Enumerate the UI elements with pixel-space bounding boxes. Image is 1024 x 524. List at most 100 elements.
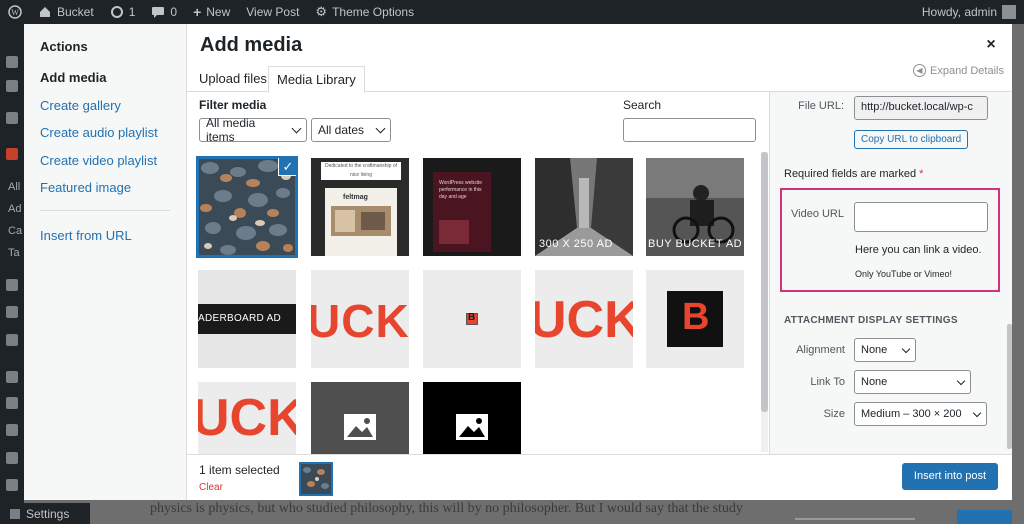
jetpack-icon[interactable]: [6, 80, 18, 92]
attachment-bucket-logo-crop[interactable]: UCKE: [311, 270, 409, 368]
expand-details-button[interactable]: ◀ Expand Details: [913, 64, 1004, 77]
comments-link[interactable]: 0: [143, 0, 185, 24]
file-url-field[interactable]: http://bucket.local/wp-c: [854, 96, 988, 120]
pin-icon[interactable]: [6, 148, 18, 160]
attachment-favicon[interactable]: B: [423, 270, 521, 368]
theme-options-link[interactable]: ⚙ Theme Options: [307, 0, 422, 24]
view-post-label: View Post: [246, 5, 300, 19]
site-name: Bucket: [57, 5, 94, 19]
new-label: New: [206, 5, 231, 19]
comment-icon: [152, 7, 165, 18]
admin-menu-all[interactable]: All: [8, 181, 20, 193]
copy-url-button[interactable]: Copy URL to clipboard: [854, 130, 969, 149]
menu-featured-image[interactable]: Featured image: [40, 180, 131, 195]
admin-menu-add[interactable]: Ad: [8, 203, 21, 215]
clear-selection-link[interactable]: Clear: [199, 482, 223, 493]
admin-menu-categories[interactable]: Ca: [8, 225, 22, 237]
attachment-bucket-logo-crop-3[interactable]: UCKI: [198, 382, 296, 454]
pebbles-mini-photo: [301, 464, 331, 494]
leaderboard-label: ADERBOARD AD: [198, 313, 282, 324]
plugin-icon[interactable]: [6, 397, 18, 409]
menu-separator: [40, 210, 170, 211]
logo-letters: UCKE: [311, 295, 409, 347]
selection-thumbnail[interactable]: [299, 462, 333, 496]
menu-create-video-playlist[interactable]: Create video playlist: [40, 153, 157, 168]
wordpress-logo-icon[interactable]: W: [0, 0, 30, 24]
attachment-leaderboard-ad[interactable]: ADERBOARD AD: [198, 270, 296, 368]
attachment-feltmag[interactable]: Dedicated to the craftmanship of nice li…: [311, 158, 409, 256]
pages-icon[interactable]: [6, 306, 18, 318]
admin-menu-settings[interactable]: Settings: [0, 503, 90, 524]
background-divider: [795, 518, 915, 520]
arrow-left-icon: ◀: [913, 64, 926, 77]
search-input[interactable]: [623, 118, 756, 142]
date-filter-value: All dates: [318, 123, 365, 137]
admin-menu: All Ad Ca Ta: [0, 24, 24, 524]
wrench-icon[interactable]: [6, 479, 18, 491]
attachment-placeholder-black[interactable]: [423, 382, 521, 454]
gear-icon: ⚙: [315, 4, 328, 19]
attachment-b-logo[interactable]: B: [646, 270, 744, 368]
alignment-value: None: [861, 344, 888, 356]
attachment-pebbles[interactable]: ✓: [196, 156, 298, 258]
media-modal: Actions Add media Create gallery Create …: [24, 24, 1012, 500]
settings-label: Settings: [26, 506, 70, 521]
admin-menu-tags[interactable]: Ta: [8, 247, 20, 259]
dashboard-icon[interactable]: [6, 56, 18, 68]
site-name-link[interactable]: Bucket: [30, 0, 102, 24]
attachment-300x250-ad[interactable]: 300 X 250 AD: [535, 158, 633, 256]
attachment-placeholder-gray[interactable]: [311, 382, 409, 454]
alignment-select[interactable]: None: [854, 338, 916, 362]
menu-create-audio-playlist[interactable]: Create audio playlist: [40, 125, 158, 140]
chevron-down-icon: [956, 376, 966, 385]
updates-link[interactable]: 1: [102, 0, 144, 24]
new-content-link[interactable]: + New: [185, 0, 238, 24]
image-placeholder-icon: [456, 414, 488, 440]
users-icon[interactable]: [6, 452, 18, 464]
svg-text:W: W: [11, 8, 19, 17]
selection-count: 1 item selected: [199, 463, 280, 477]
brush-icon[interactable]: [6, 371, 18, 383]
account-link[interactable]: Howdy, admin: [914, 0, 1024, 24]
checkmark-icon[interactable]: ✓: [278, 158, 296, 176]
logo-letters: UCKI: [535, 291, 633, 349]
grid-scrollbar[interactable]: [761, 152, 768, 412]
expand-details-label: Expand Details: [930, 64, 1004, 77]
required-star: *: [919, 168, 924, 180]
date-filter[interactable]: All dates: [311, 118, 391, 142]
theme-options-label: Theme Options: [332, 5, 415, 19]
tab-upload-files[interactable]: Upload files: [191, 66, 275, 93]
plus-icon: +: [193, 4, 202, 20]
close-icon[interactable]: ×: [982, 36, 1000, 54]
media-type-filter[interactable]: All media items: [199, 116, 307, 144]
attachment-dark-post[interactable]: WordPress website performance in this da…: [423, 158, 521, 256]
media-frame-menu: Actions Add media Create gallery Create …: [24, 24, 187, 500]
media-type-value: All media items: [206, 116, 256, 144]
required-fields-note: Required fields are marked *: [784, 168, 923, 180]
gauge-icon[interactable]: [6, 112, 18, 124]
size-select[interactable]: Medium – 300 × 200: [854, 402, 987, 426]
sidebar-scrollbar[interactable]: [1007, 324, 1012, 449]
attachment-bucket-logo-crop-2[interactable]: UCKI: [535, 270, 633, 368]
menu-insert-from-url[interactable]: Insert from URL: [40, 228, 132, 243]
insert-into-post-button[interactable]: Insert into post: [902, 463, 998, 490]
media-icon[interactable]: [6, 279, 18, 291]
alignment-label: Alignment: [796, 344, 845, 356]
feltmag-tagline: Dedicated to the craftmanship of nice li…: [321, 162, 401, 180]
link-to-select[interactable]: None: [854, 370, 971, 394]
size-value: Medium – 300 × 200: [861, 408, 962, 420]
favicon-letter: B: [468, 312, 476, 323]
link-to-label: Link To: [810, 376, 845, 388]
menu-add-media[interactable]: Add media: [40, 70, 106, 85]
router-tabs: Upload files Media Library: [187, 62, 1012, 93]
ad-label: 300 X 250 AD: [539, 238, 613, 250]
menu-create-gallery[interactable]: Create gallery: [40, 98, 121, 113]
feltmag-screenshot: feltmag: [325, 188, 397, 256]
attachment-buy-bucket-ad[interactable]: BUY BUCKET AD: [646, 158, 744, 256]
avatar: [1002, 5, 1016, 19]
tab-media-library[interactable]: Media Library: [268, 66, 365, 93]
filter-media-label: Filter media: [199, 98, 267, 112]
view-post-link[interactable]: View Post: [238, 0, 307, 24]
tools-icon[interactable]: [6, 424, 18, 436]
comments-icon[interactable]: [6, 334, 18, 346]
